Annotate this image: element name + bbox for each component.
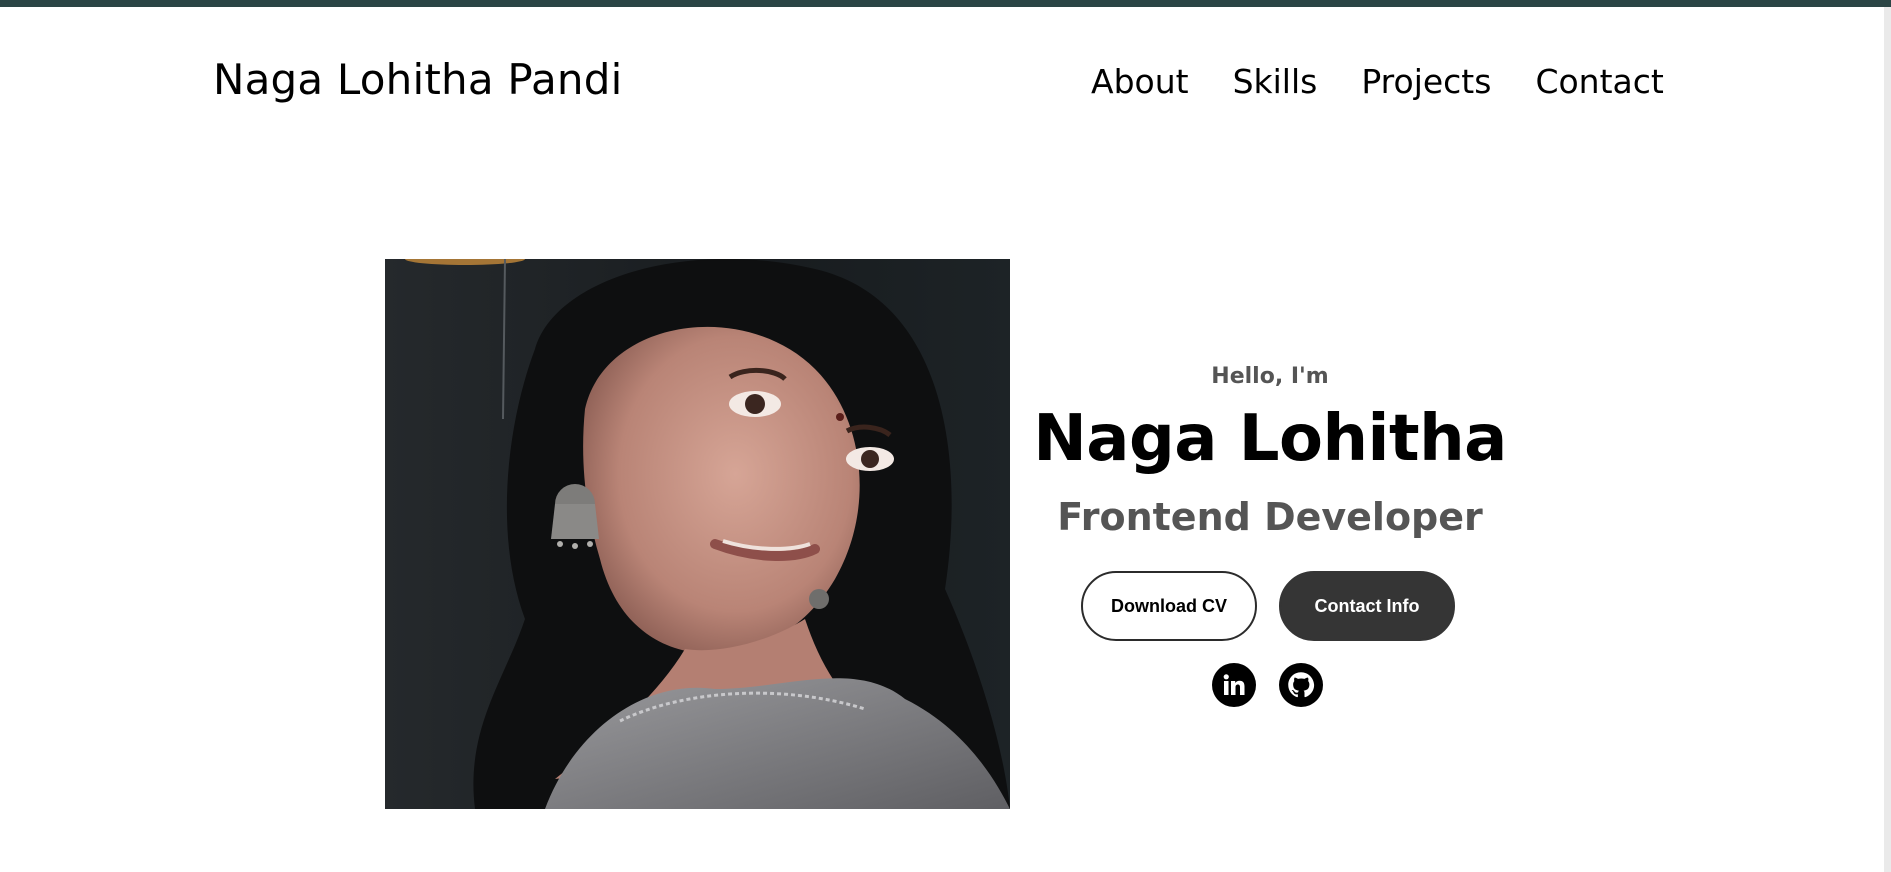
linkedin-icon[interactable] (1212, 663, 1256, 707)
hero-greeting: Hello, I'm (1211, 364, 1329, 389)
nav-link-skills[interactable]: Skills (1233, 62, 1318, 101)
navbar: Naga Lohitha Pandi About Skills Projects… (0, 7, 1884, 157)
nav-link-projects[interactable]: Projects (1361, 62, 1491, 101)
nav-links: About Skills Projects Contact (1091, 62, 1664, 101)
profile-photo (385, 259, 1010, 809)
github-icon[interactable] (1279, 663, 1323, 707)
hero-name: Naga Lohitha (1033, 402, 1507, 476)
contact-info-button[interactable]: Contact Info (1279, 571, 1455, 641)
nav-link-about[interactable]: About (1091, 62, 1189, 101)
site-logo[interactable]: Naga Lohitha Pandi (213, 55, 622, 104)
scrollbar-track[interactable] (1884, 7, 1891, 872)
hero-title: Frontend Developer (1057, 495, 1483, 539)
top-accent-strip (0, 0, 1891, 7)
nav-link-contact[interactable]: Contact (1535, 62, 1663, 101)
download-cv-button[interactable]: Download CV (1081, 571, 1257, 641)
